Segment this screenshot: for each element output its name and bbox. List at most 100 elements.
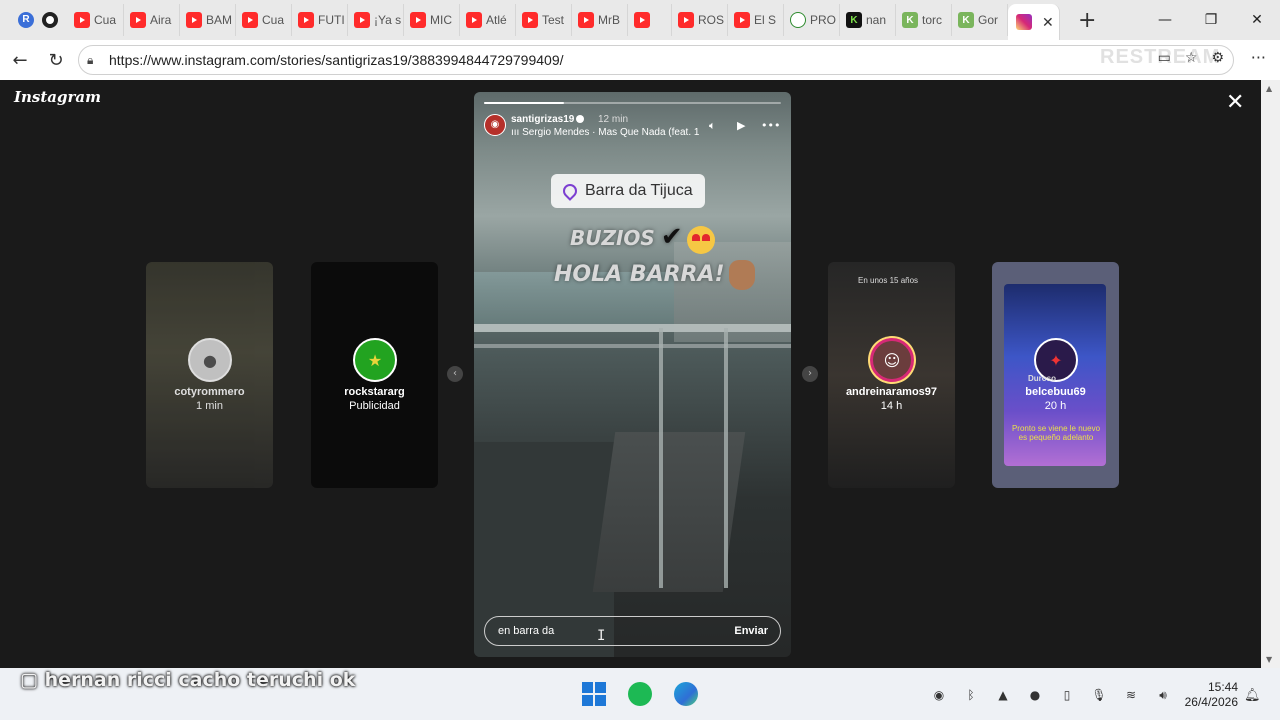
avatar: ★ — [353, 338, 397, 382]
story-music-label[interactable]: ııı Sergio Mendes · Mas Que Nada (feat. … — [511, 127, 699, 138]
story-background-pole — [659, 328, 663, 588]
profile-icon[interactable]: R — [18, 12, 34, 28]
extensions-icon[interactable]: ⚙ — [1211, 50, 1224, 66]
app-tray-icon[interactable]: ◉ — [930, 687, 948, 703]
reload-icon[interactable]: ↻ — [38, 50, 74, 71]
story-background-railing — [474, 324, 791, 332]
story-header: ◉ santigrizas19 12 min ııı Sergio Mendes… — [484, 112, 781, 142]
microphone-icon[interactable]: 🎙︎ — [1090, 687, 1108, 703]
avatar: ● — [188, 338, 232, 382]
address-bar[interactable]: 🔒︎ https://www.instagram.com/stories/san… — [78, 45, 1234, 75]
waving-hand-emoji-icon — [728, 260, 755, 290]
story-time: 1 min — [196, 400, 223, 412]
browser-tab[interactable]: Aira — [124, 4, 180, 36]
browser-tab[interactable]: K Gor — [952, 4, 1008, 36]
bluetooth-icon[interactable]: ᛒ — [962, 687, 980, 703]
restore-icon[interactable]: ❐ — [1188, 12, 1234, 28]
back-icon[interactable]: ← — [2, 50, 38, 71]
story-username: belcebuu69 — [1025, 386, 1086, 398]
browser-tab-active[interactable]: ✕ — [1008, 4, 1060, 40]
more-options-icon[interactable]: ••• — [761, 119, 780, 132]
notification-bell-icon[interactable]: 🔔︎ — [1244, 688, 1261, 703]
story-progress-bar — [484, 102, 781, 104]
stream-overlay-text: ▢ hernan ricci cacho teruchi ok — [20, 669, 356, 691]
taskbar-clock[interactable]: 15:44 26/4/2026 — [1180, 680, 1238, 710]
story-username: cotyrommero — [174, 386, 245, 398]
browser-tab[interactable]: Atlé — [460, 4, 516, 36]
volume-icon[interactable]: 🔊︎ — [1154, 687, 1172, 703]
browser-tab-strip: R Cua Aira BAM Cua FUTI ¡Ya s MIC Atlé T… — [0, 0, 1280, 40]
story-overlay-text: En unos 15 años — [858, 276, 919, 285]
mute-icon[interactable]: 🔈︎ — [709, 119, 716, 133]
close-tab-icon[interactable]: ✕ — [1042, 14, 1054, 31]
page-scrollbar[interactable]: ▲ ▼ — [1261, 80, 1280, 668]
k-icon: K — [958, 12, 974, 28]
new-tab-icon[interactable]: + — [1078, 8, 1096, 33]
window-close-icon[interactable]: ✕ — [1234, 12, 1280, 28]
side-story-card[interactable]: ✦ Duroso belcebuu69 20 h Pronto se viene… — [992, 262, 1119, 488]
story-background-railing — [474, 344, 791, 348]
location-pin-icon — [560, 181, 580, 201]
browser-tab[interactable]: FUTI — [292, 4, 348, 36]
verified-icon — [576, 115, 585, 124]
story-progress-fill — [484, 102, 565, 104]
avatar[interactable]: ◉ — [484, 114, 506, 136]
reader-icon[interactable]: ▭ — [1158, 50, 1171, 66]
edge-browser-icon[interactable] — [674, 682, 698, 706]
browser-tab[interactable] — [628, 4, 672, 36]
lock-icon[interactable]: 🔒︎ — [87, 53, 101, 67]
browser-tab[interactable]: MIC — [404, 4, 460, 36]
story-time: 12 min — [598, 114, 629, 125]
previous-story-icon[interactable]: ‹ — [447, 366, 463, 382]
next-story-icon[interactable]: › — [802, 366, 818, 382]
spotify-tray-icon[interactable]: ● — [1026, 687, 1044, 703]
instagram-icon — [1016, 14, 1032, 30]
instagram-logo[interactable]: Instagram — [14, 88, 101, 106]
browser-tab[interactable]: ROS — [672, 4, 728, 36]
story-username[interactable]: santigrizas19 — [511, 114, 585, 125]
minimize-icon[interactable]: — — [1142, 12, 1188, 28]
side-story-card[interactable]: En unos 15 años ☺ andreinaramos97 14 h — [828, 262, 955, 488]
browser-tab[interactable]: BAM — [180, 4, 236, 36]
avatar: ☺ — [870, 338, 914, 382]
browser-tab[interactable]: Cua — [68, 4, 124, 36]
chat-icon: ▢ — [20, 669, 45, 691]
play-icon[interactable]: ▶ — [737, 119, 745, 132]
address-bar-actions: ▭ ☆ ⚙ — [1158, 50, 1224, 66]
usb-icon[interactable]: ▯ — [1058, 687, 1076, 703]
heart-eyes-emoji-icon — [686, 225, 715, 254]
story-caption: BUZIOS ✔ — [570, 222, 715, 254]
spotify-icon[interactable] — [628, 682, 652, 706]
record-icon[interactable] — [42, 12, 58, 28]
youtube-icon — [242, 12, 258, 28]
drive-icon[interactable]: ▲ — [994, 687, 1012, 703]
favorite-star-icon[interactable]: ☆ — [1185, 50, 1198, 66]
reply-box: Enviar — [484, 616, 781, 646]
browser-tab[interactable]: ¡Ya s — [348, 4, 404, 36]
clock-time: 15:44 — [1207, 680, 1238, 694]
story-overlay-text: Pronto se viene le nuevo es pequeño adel… — [1011, 424, 1101, 442]
browser-tab[interactable]: MrB — [572, 4, 628, 36]
youtube-icon — [74, 12, 90, 28]
location-sticker[interactable]: Barra da Tijuca — [551, 174, 705, 208]
more-menu-icon[interactable]: ··· — [1251, 48, 1266, 67]
scroll-up-icon[interactable]: ▲ — [1266, 84, 1272, 93]
close-story-icon[interactable]: ✕ — [1226, 92, 1244, 114]
browser-tab[interactable]: El S — [728, 4, 784, 36]
windows-start-icon[interactable] — [582, 682, 606, 706]
side-story-card[interactable]: ● cotyrommero 1 min — [146, 262, 273, 488]
browser-tab[interactable]: Ktorc — [896, 4, 952, 36]
youtube-icon — [354, 12, 370, 28]
browser-tab[interactable]: Knan — [840, 4, 896, 36]
wifi-icon[interactable]: ≋ — [1122, 687, 1140, 703]
active-story[interactable]: ◉ santigrizas19 12 min ııı Sergio Mendes… — [474, 92, 791, 657]
side-story-card[interactable]: ★ rockstararg Publicidad — [311, 262, 438, 488]
story-background-pole — [724, 328, 728, 588]
scroll-down-icon[interactable]: ▼ — [1266, 655, 1272, 664]
browser-tab[interactable]: Test — [516, 4, 572, 36]
send-button[interactable]: Enviar — [734, 625, 768, 637]
browser-tab[interactable]: Cua — [236, 4, 292, 36]
story-time: 20 h — [1044, 400, 1067, 412]
url-text[interactable]: https://www.instagram.com/stories/santig… — [109, 52, 564, 68]
browser-tab[interactable]: PRO — [784, 4, 840, 36]
